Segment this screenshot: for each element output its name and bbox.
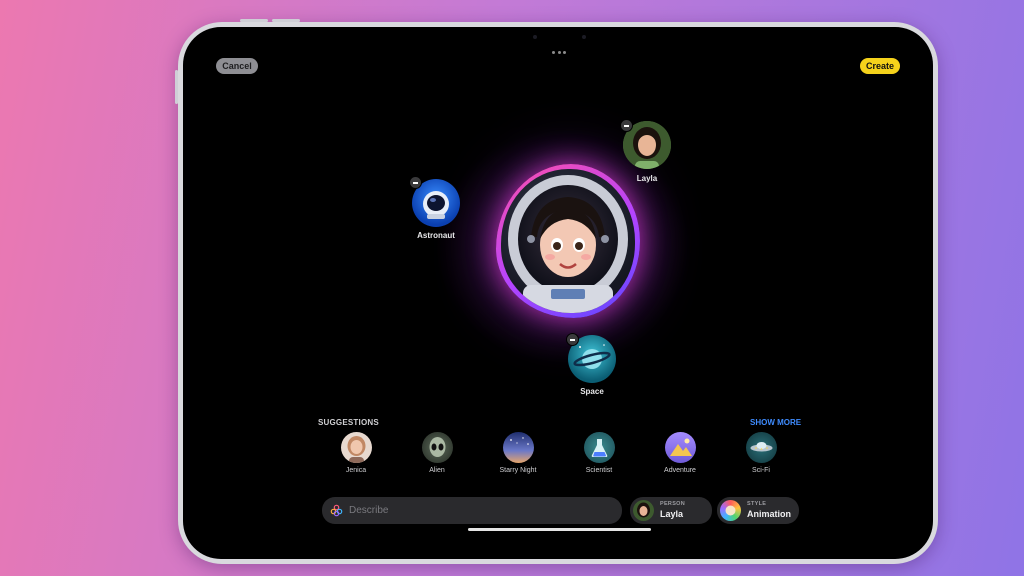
show-more-link[interactable]: SHOW MORE	[750, 418, 801, 427]
suggestion-label: Sci-Fi	[752, 467, 770, 474]
suggestion-adventure[interactable]: Adventure	[640, 432, 720, 474]
style-value: Animation	[747, 508, 791, 519]
cancel-button[interactable]: Cancel	[216, 58, 258, 74]
remove-astronaut-button[interactable]	[409, 176, 422, 189]
home-indicator[interactable]	[468, 528, 651, 531]
concept-astronaut-label: Astronaut	[417, 231, 455, 240]
suggestion-label: Starry Night	[499, 467, 537, 474]
screen: Cancel Create Astronaut Layla Space SUGG…	[183, 27, 933, 559]
alien-icon	[421, 432, 453, 463]
flask-icon	[583, 432, 615, 463]
astronaut-avatar-image	[501, 169, 635, 313]
adventure-icon	[664, 432, 696, 463]
suggestions-heading: SUGGESTIONS	[318, 418, 379, 427]
person-photo	[633, 500, 654, 521]
remove-layla-button[interactable]	[620, 119, 633, 132]
suggestion-jenica[interactable]: Jenica	[316, 432, 396, 474]
person-photo	[340, 432, 372, 463]
remove-space-button[interactable]	[566, 333, 579, 346]
starry-night-icon	[502, 432, 534, 463]
create-button[interactable]: Create	[860, 58, 900, 74]
style-caption: STYLE	[747, 501, 767, 508]
ufo-icon	[745, 432, 777, 463]
top-button	[240, 19, 268, 22]
animation-style-icon	[720, 500, 741, 521]
concept-layla-label: Layla	[636, 174, 658, 183]
style-selector[interactable]: STYLE Animation	[717, 497, 799, 524]
more-options-icon[interactable]	[552, 51, 566, 57]
front-camera	[533, 35, 537, 39]
suggestion-starry-night[interactable]: Starry Night	[478, 432, 558, 474]
suggestion-label: Alien	[429, 467, 445, 474]
suggestion-sci-fi[interactable]: Sci-Fi	[721, 432, 801, 474]
suggestion-label: Scientist	[585, 467, 613, 474]
suggestion-alien[interactable]: Alien	[397, 432, 477, 474]
describe-field[interactable]	[322, 497, 622, 524]
person-selector[interactable]: PERSON Layla	[630, 497, 712, 524]
concept-space-label: Space	[580, 387, 604, 396]
person-value: Layla	[660, 508, 684, 519]
sensor-dot	[582, 35, 586, 39]
suggestion-scientist[interactable]: Scientist	[559, 432, 639, 474]
person-caption: PERSON	[660, 501, 686, 508]
side-button	[175, 70, 178, 104]
volume-button	[272, 19, 300, 22]
generated-image-preview[interactable]	[496, 164, 640, 318]
suggestion-label: Jenica	[345, 467, 367, 474]
image-playground-icon	[330, 504, 343, 517]
suggestion-label: Adventure	[664, 467, 696, 474]
describe-input[interactable]	[349, 505, 599, 516]
